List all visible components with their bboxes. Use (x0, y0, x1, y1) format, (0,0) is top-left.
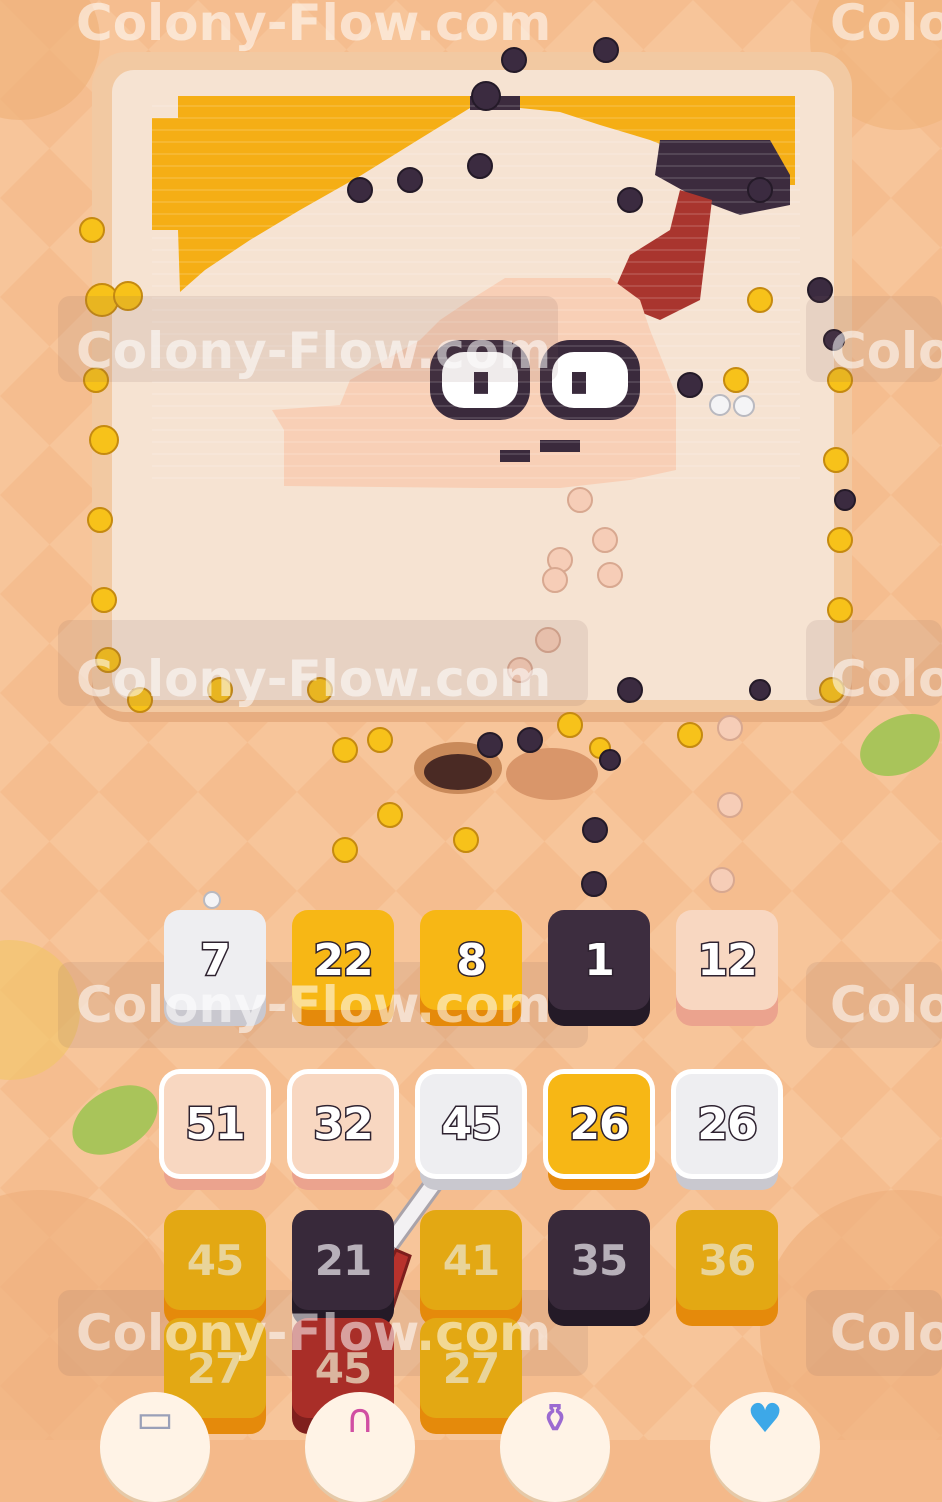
heart-icon: ♥ (747, 1396, 783, 1442)
queue-slot-5[interactable]: 12 (676, 910, 778, 1026)
magnet-icon: ∩ (345, 1396, 375, 1442)
watermark-partial: Colo (830, 322, 942, 380)
tile-count: 35 (570, 1235, 628, 1285)
watermark: Colony-Flow.com (76, 1304, 552, 1362)
watermark: Colony-Flow.com (76, 322, 552, 380)
powerup-button[interactable]: ∩ (305, 1392, 415, 1502)
tile-count: 45 (186, 1235, 244, 1285)
tile-face: 1 (548, 910, 650, 1010)
box-icon: ▭ (136, 1396, 174, 1442)
watermark: Colony-Flow.com (76, 0, 552, 52)
grid-tile[interactable]: 26 (548, 1074, 650, 1190)
watermark-partial: Colo (830, 0, 942, 52)
tile-count: 21 (314, 1235, 372, 1285)
watermark: Colony-Flow.com (76, 650, 552, 708)
queue-slot-4[interactable]: 1 (548, 910, 650, 1026)
grid-tile[interactable]: 35 (548, 1210, 650, 1326)
watermark: Colony-Flow.com (76, 976, 552, 1034)
tile-face: 32 (292, 1074, 394, 1174)
powerup-button[interactable]: ⚱ (500, 1392, 610, 1502)
tile-count: 36 (698, 1235, 756, 1285)
tile-face: 26 (548, 1074, 650, 1174)
watermark-partial: Colo (830, 976, 942, 1034)
tile-count: 26 (696, 1097, 759, 1151)
grid-tile[interactable]: 26 (676, 1074, 778, 1190)
grid-tile[interactable]: 32 (292, 1074, 394, 1190)
tile-face: 36 (676, 1210, 778, 1310)
potion-icon: ⚱ (538, 1396, 572, 1442)
grid-tile[interactable]: 36 (676, 1210, 778, 1326)
tile-face: 35 (548, 1210, 650, 1310)
tile-count: 32 (312, 1097, 375, 1151)
powerup-button[interactable]: ♥ (710, 1392, 820, 1502)
tile-face: 26 (676, 1074, 778, 1174)
powerup-button[interactable]: ▭ (100, 1392, 210, 1502)
tile-face: 21 (292, 1210, 394, 1310)
picture-canvas (112, 70, 834, 700)
grid-tile[interactable]: 45 (420, 1074, 522, 1190)
watermark-partial: Colo (830, 1304, 942, 1362)
tile-count: 26 (568, 1097, 631, 1151)
tile-count: 1 (583, 933, 617, 987)
tile-count: 12 (696, 933, 759, 987)
grid-tile[interactable]: 41 (420, 1210, 522, 1326)
tile-count: 45 (440, 1097, 503, 1151)
grid-tile[interactable]: 51 (164, 1074, 266, 1190)
tile-face: 12 (676, 910, 778, 1010)
tile-count: 51 (184, 1097, 247, 1151)
tile-count: 41 (442, 1235, 500, 1285)
tile-face: 45 (420, 1074, 522, 1174)
grid-tile[interactable]: 45 (164, 1210, 266, 1326)
watermark-partial: Colo (830, 650, 942, 708)
tile-face: 45 (164, 1210, 266, 1310)
grid-tile[interactable]: 21 (292, 1210, 394, 1326)
tile-face: 41 (420, 1210, 522, 1310)
tile-face: 51 (164, 1074, 266, 1174)
